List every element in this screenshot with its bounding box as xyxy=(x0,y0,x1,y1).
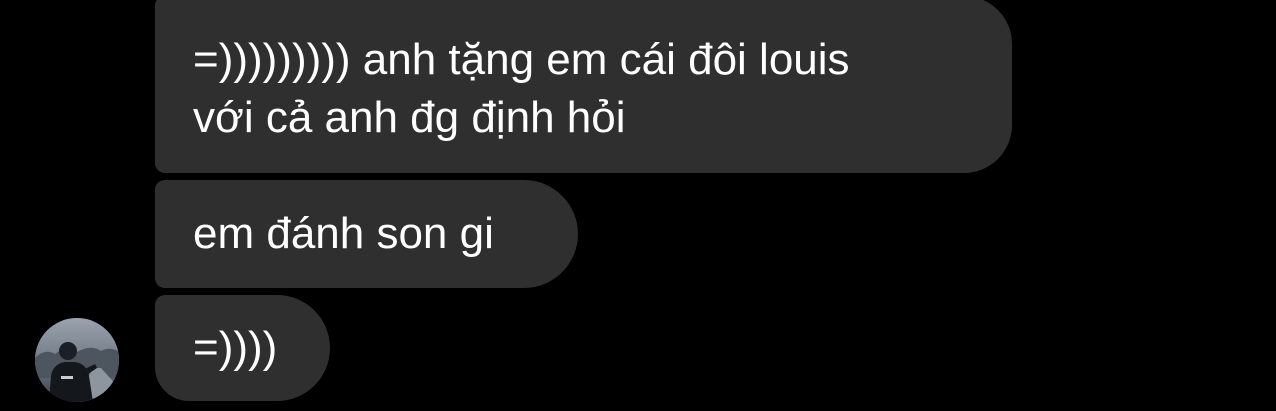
message-bubble[interactable]: =)))) xyxy=(155,295,330,401)
message-text: =)))) xyxy=(193,323,278,372)
user-photo-avatar-icon xyxy=(35,318,119,402)
message-bubble[interactable]: em đánh son gi xyxy=(155,180,578,288)
message-text: =))))))))) anh tặng em cái đôi louis với… xyxy=(193,34,850,142)
sender-avatar[interactable] xyxy=(35,318,119,402)
message-text: em đánh son gi xyxy=(193,209,494,258)
chat-thread: =))))))))) anh tặng em cái đôi louis với… xyxy=(0,0,1276,411)
message-bubble[interactable]: =))))))))) anh tặng em cái đôi louis với… xyxy=(155,0,1012,173)
